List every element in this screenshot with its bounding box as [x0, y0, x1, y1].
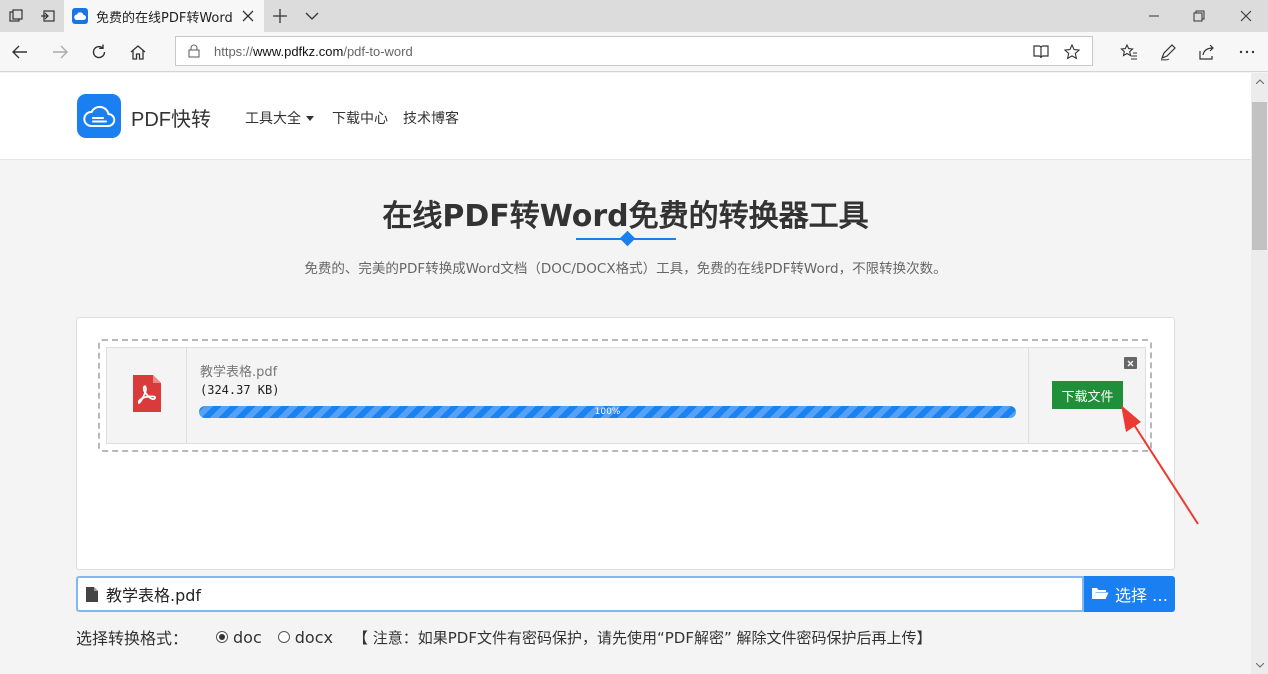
- site-header: PDF快转 工具大全 下载中心 技术博客: [0, 73, 1251, 160]
- format-option-doc[interactable]: doc: [216, 628, 262, 647]
- address-bar[interactable]: https://www.pdfkz.com/pdf-to-word: [175, 36, 1093, 66]
- back-arrow-icon[interactable]: [9, 41, 31, 63]
- upload-progress-label: 100%: [594, 407, 621, 417]
- tab-title: 免费的在线PDF转Word·: [96, 10, 232, 26]
- browser-tab-bar: 免费的在线PDF转Word·: [0, 0, 1268, 32]
- remove-file-close-icon[interactable]: [1124, 357, 1137, 369]
- menu-tools[interactable]: 工具大全: [245, 108, 314, 128]
- pdf-file-icon: [132, 375, 161, 416]
- pen-notes-icon[interactable]: [1157, 41, 1179, 63]
- site-logo-cloud-icon[interactable]: [77, 94, 121, 138]
- format-selector-row: 选择转换格式： doc docx 【 注意：如果PDF文件有密码保护，请先使用“…: [76, 626, 932, 649]
- upload-progress-bar: 100%: [199, 406, 1016, 418]
- radio-doc[interactable]: [216, 631, 229, 643]
- format-label: 选择转换格式：: [76, 629, 189, 648]
- file-size: (324.37 KB): [200, 383, 280, 397]
- menu-download-center[interactable]: 下载中心: [332, 108, 388, 128]
- forward-arrow-icon[interactable]: [49, 41, 71, 63]
- caret-down-icon: [306, 116, 314, 121]
- refresh-icon[interactable]: [88, 41, 110, 63]
- new-tab-icon[interactable]: [270, 6, 290, 26]
- uploaded-file-card: 教学表格.pdf (324.37 KB) 100% 下载文件: [106, 347, 1146, 444]
- tab-list-chevron-icon[interactable]: [302, 6, 322, 26]
- page-scrollbar[interactable]: [1251, 73, 1268, 674]
- site-brand-name[interactable]: PDF快转: [131, 103, 211, 132]
- scroll-down-icon[interactable]: [1251, 657, 1268, 674]
- format-option-docx-label: docx: [294, 627, 333, 647]
- menu-tools-label: 工具大全: [245, 111, 301, 127]
- lock-icon[interactable]: [186, 43, 202, 59]
- minimize-window-icon[interactable]: [1144, 6, 1164, 26]
- file-actions: 下载文件: [1028, 348, 1145, 443]
- download-file-button[interactable]: 下载文件: [1052, 381, 1123, 409]
- menu-tech-blog[interactable]: 技术博客: [403, 108, 459, 128]
- set-aside-tabs-icon[interactable]: [38, 6, 58, 26]
- restore-window-icon[interactable]: [1189, 6, 1209, 26]
- close-tab-icon[interactable]: [240, 8, 256, 24]
- scrollbar-thumb[interactable]: [1252, 102, 1267, 250]
- reading-view-icon[interactable]: [1032, 43, 1050, 61]
- browser-nav-bar: https://www.pdfkz.com/pdf-to-word: [0, 32, 1268, 72]
- more-options-icon[interactable]: [1236, 41, 1258, 63]
- select-file-button[interactable]: 选择 …: [1084, 576, 1175, 612]
- page-subtitle: 免费的、完美的PDF转换成Word文档（DOC/DOCX格式）工具，免费的在线P…: [304, 261, 947, 277]
- document-icon: [86, 586, 98, 602]
- folder-open-icon: [1091, 585, 1109, 604]
- favorites-list-icon[interactable]: [1118, 41, 1140, 63]
- file-thumbnail: [107, 348, 187, 443]
- home-icon[interactable]: [127, 41, 149, 63]
- url-text[interactable]: https://www.pdfkz.com/pdf-to-word: [214, 44, 413, 59]
- favorite-star-icon[interactable]: [1063, 43, 1081, 61]
- close-window-icon[interactable]: [1236, 6, 1256, 26]
- file-dropzone[interactable]: 教学表格.pdf (324.37 KB) 100% 下载文件: [98, 339, 1152, 452]
- page-title: 在线PDF转Word免费的转换器工具: [382, 199, 869, 234]
- radio-docx[interactable]: [277, 631, 290, 643]
- file-path-input[interactable]: 教学表格.pdf: [76, 576, 1084, 612]
- site-favicon-icon: [72, 8, 88, 24]
- browser-tab-active[interactable]: 免费的在线PDF转Word·: [64, 0, 264, 32]
- page-content: PDF快转 工具大全 下载中心 技术博客 在线PDF转Word免费的转换器工具 …: [0, 73, 1251, 674]
- format-option-doc-label: doc: [233, 627, 262, 647]
- share-icon[interactable]: [1196, 41, 1218, 63]
- format-option-docx[interactable]: docx: [277, 627, 333, 647]
- select-file-label: 选择 …: [1114, 586, 1169, 605]
- scroll-up-icon[interactable]: [1251, 73, 1268, 90]
- tab-manager-icon[interactable]: [6, 6, 26, 26]
- file-name: 教学表格.pdf: [200, 365, 278, 380]
- password-notice: 【 注意：如果PDF文件有密码保护，请先使用“PDF解密” 解除文件密码保护后再…: [352, 628, 932, 647]
- file-path-value: 教学表格.pdf: [106, 586, 202, 605]
- upload-panel: 教学表格.pdf (324.37 KB) 100% 下载文件: [76, 317, 1175, 570]
